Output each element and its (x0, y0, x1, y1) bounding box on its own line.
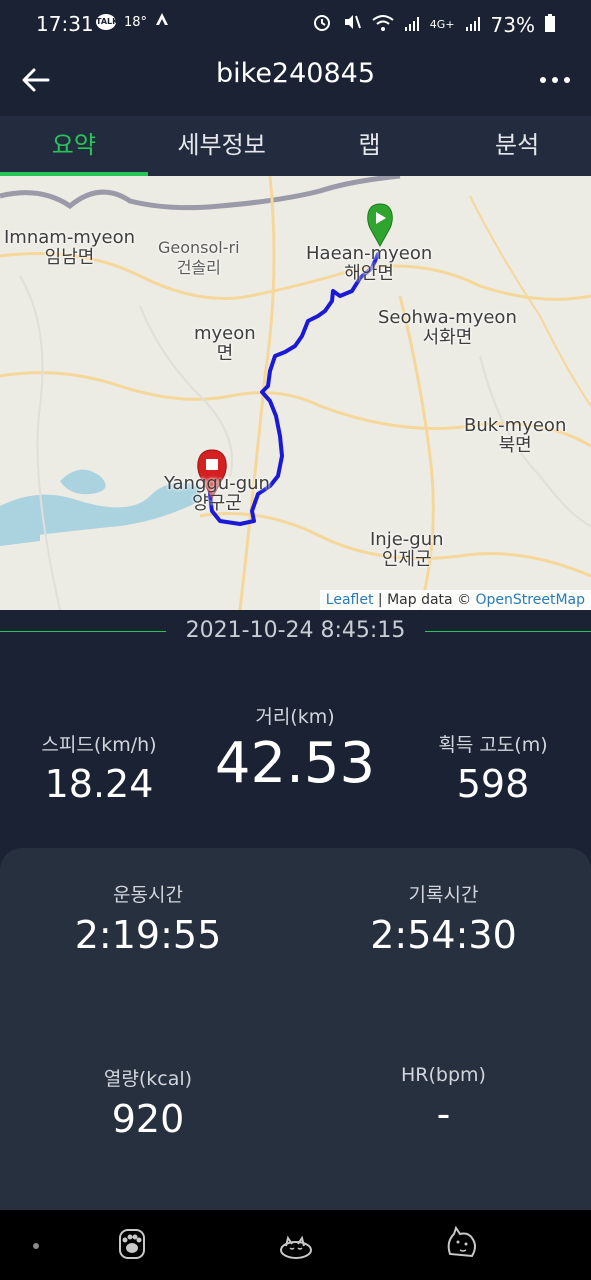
battery-percent: 73% (490, 12, 535, 37)
attribution-separator: | Map data © (373, 592, 476, 608)
map-label-myeon: myeon 면 (194, 323, 256, 364)
status-time: 17:31 (36, 12, 94, 36)
sleeping-cat-icon[interactable] (276, 1224, 316, 1264)
osm-link[interactable]: OpenStreetMap (476, 592, 585, 608)
heart-rate-label: HR(bpm) (401, 1064, 486, 1086)
more-options-icon[interactable] (537, 62, 573, 98)
status-bar: 17:31 TALK 18° 4G+ 73% (0, 0, 591, 48)
route-map[interactable]: Imnam-myeon 임남면 Geonsol-ri 건솔리 Haean-myeon… (0, 176, 591, 610)
speed-stat: 스피드(km/h) 18.24 (0, 730, 198, 811)
elevation-label: 획득 고도(m) (438, 734, 548, 756)
temperature-text: 18° (124, 14, 148, 30)
divider-right (425, 631, 591, 632)
start-marker-icon[interactable] (367, 203, 393, 248)
speed-label: 스피드(km/h) (41, 734, 157, 756)
network-type: 4G+ (429, 18, 455, 31)
map-label-inje: Inje-gun 인제군 (370, 529, 444, 570)
moving-time-label: 운동시간 (113, 884, 183, 906)
leaflet-link[interactable]: Leaflet (326, 592, 374, 608)
distance-stat: 거리(km) 42.53 (195, 702, 395, 799)
bottom-nav (0, 1210, 591, 1280)
moving-time-value: 2:19:55 (74, 913, 222, 957)
paw-icon[interactable] (112, 1224, 152, 1264)
tab-analysis[interactable]: 분석 (443, 116, 591, 176)
elevation-stat: 획득 고도(m) 598 (393, 730, 591, 811)
moving-time-stat: 운동시간 2:19:55 (0, 880, 296, 963)
cat-face-icon[interactable] (442, 1224, 482, 1264)
elapsed-time-label: 기록시간 (408, 884, 479, 906)
calories-label: 열량(kcal) (103, 1068, 193, 1090)
details-card: 운동시간 2:19:55 기록시간 2:54:30 열량(kcal) 920 H… (0, 848, 591, 1210)
heart-rate-value: - (436, 1092, 451, 1136)
tab-bar: 요약 세부정보 랩 분석 (0, 116, 591, 176)
kakaotalk-icon: TALK (96, 14, 118, 30)
wifi-icon (372, 13, 394, 37)
strava-icon (155, 12, 169, 32)
elapsed-time-value: 2:54:30 (370, 913, 517, 957)
activity-date-row: 2021-10-24 8:45:15 (0, 614, 591, 654)
elevation-value: 598 (456, 762, 530, 806)
tab-summary[interactable]: 요약 (0, 116, 148, 176)
signal-icon (404, 13, 420, 37)
map-label-geonsol: Geonsol-ri 건솔리 (158, 238, 240, 277)
speed-value: 18.24 (44, 762, 154, 806)
alarm-icon (312, 12, 332, 37)
map-label-imnam: Imnam-myeon 임남면 (4, 227, 135, 268)
map-label-yanggu: Yanggu-gun 양구군 (164, 473, 270, 514)
nav-dot-icon[interactable] (16, 1224, 56, 1264)
elapsed-time-stat: 기록시간 2:54:30 (296, 880, 591, 963)
status-right-icons: 4G+ 73% (312, 12, 555, 37)
map-label-buk: Buk-myeon 북면 (464, 415, 567, 456)
distance-value: 42.53 (214, 731, 376, 796)
tab-details[interactable]: 세부정보 (148, 116, 296, 176)
tab-laps[interactable]: 랩 (296, 116, 444, 176)
map-attribution: Leaflet | Map data © OpenStreetMap (319, 590, 591, 610)
mute-icon (342, 12, 362, 37)
app-bar: bike240845 (0, 48, 591, 116)
status-left-icons: TALK 18° (96, 12, 169, 32)
calories-stat: 열량(kcal) 920 (0, 1064, 296, 1147)
distance-label: 거리(km) (255, 706, 335, 728)
calories-value: 920 (111, 1097, 185, 1141)
map-label-seohwa: Seohwa-myeon 서화면 (378, 307, 517, 348)
heart-rate-stat: HR(bpm) - (296, 1064, 591, 1142)
battery-icon (545, 13, 555, 37)
signal-icon-2 (465, 13, 481, 37)
page-title: bike240845 (216, 58, 375, 89)
map-label-haean: Haean-myeon 해안면 (306, 243, 433, 284)
